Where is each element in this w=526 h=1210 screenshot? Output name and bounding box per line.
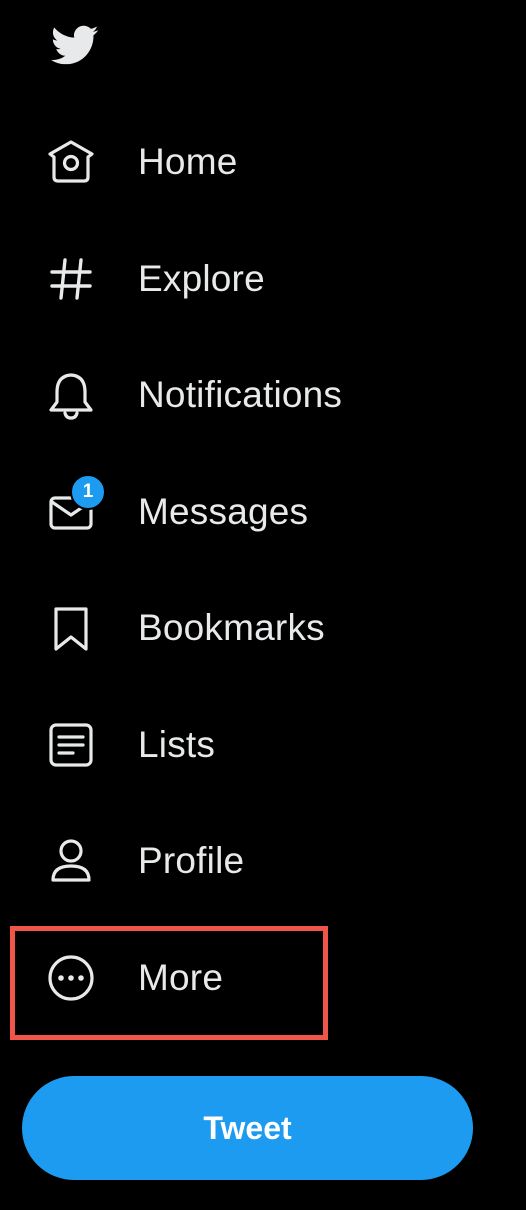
nav-item-bookmarks[interactable]: Bookmarks [0, 578, 420, 678]
nav-label-messages: Messages [138, 491, 309, 532]
nav-label-profile: Profile [138, 840, 245, 881]
hashtag-icon [46, 254, 96, 304]
person-icon [46, 836, 96, 886]
messages-unread-badge: 1 [70, 474, 106, 510]
nav-label-notifications: Notifications [138, 374, 343, 415]
bookmark-icon [46, 603, 96, 653]
nav-item-lists[interactable]: Lists [0, 695, 420, 795]
nav-item-notifications[interactable]: Notifications [0, 345, 420, 445]
twitter-logo[interactable] [44, 20, 104, 70]
nav-label-bookmarks: Bookmarks [138, 607, 325, 648]
nav-label-lists: Lists [138, 724, 216, 765]
more-highlight-box [10, 926, 328, 1040]
tweet-button[interactable]: Tweet [22, 1076, 473, 1180]
home-icon [46, 137, 96, 187]
bell-icon [46, 370, 96, 420]
nav-label-explore: Explore [138, 258, 265, 299]
nav-item-explore[interactable]: Explore [0, 229, 420, 329]
nav-item-home[interactable]: Home [0, 112, 420, 212]
list-icon [46, 720, 96, 770]
nav-item-messages[interactable]: Messages [0, 462, 420, 562]
nav-label-home: Home [138, 141, 238, 182]
nav-item-profile[interactable]: Profile [0, 811, 420, 911]
twitter-bird-icon [50, 25, 99, 65]
